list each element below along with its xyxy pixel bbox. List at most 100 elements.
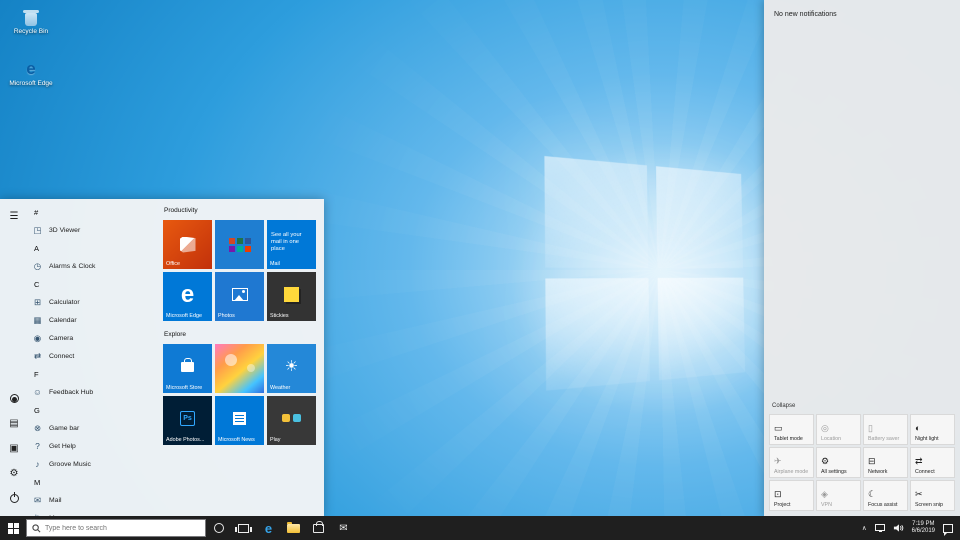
quick-action-focus-assist[interactable]: ☾Focus assist <box>863 480 908 511</box>
tile-microsoft-store[interactable]: Microsoft Store <box>163 344 212 393</box>
tile-microsoft-news[interactable]: Microsoft News <box>215 396 264 445</box>
app-item-feedback-hub[interactable]: ☺Feedback Hub <box>30 383 160 401</box>
quick-action-all-settings[interactable]: ⚙All settings <box>816 447 861 478</box>
photoshop-icon: Ps <box>180 411 195 426</box>
screen-snip-icon: ✂ <box>915 489 923 499</box>
pictures-icon: ▣ <box>9 443 18 454</box>
app-item-3d-viewer[interactable]: ◳3D Viewer <box>30 221 160 239</box>
app-item-mail[interactable]: ✉Mail <box>30 491 160 509</box>
search-icon <box>32 524 41 533</box>
tile-stickies[interactable]: Stickies <box>267 272 316 321</box>
quick-action-airplane-mode[interactable]: ✈Airplane mode <box>769 447 814 478</box>
sticky-note-icon <box>284 287 299 302</box>
mail-app-button[interactable]: ✉ <box>331 516 356 540</box>
tile-play[interactable]: Play <box>267 396 316 445</box>
start-menu: ☰ ▤ ▣ ⚙ # ◳3D Viewer A ◷Alarms & Clock C… <box>0 199 324 516</box>
microsoft-store-button[interactable] <box>306 516 331 540</box>
settings-button[interactable]: ⚙ <box>6 465 22 481</box>
tablet-mode-icon: ▭ <box>774 423 783 433</box>
office-apps-icons <box>229 238 251 252</box>
quick-action-vpn[interactable]: ◈VPN <box>816 480 861 511</box>
collapse-button[interactable]: Collapse <box>772 403 795 409</box>
groove-music-icon: ♪ <box>32 459 43 469</box>
app-list-header-g[interactable]: G <box>30 401 160 419</box>
tile-microsoft-edge[interactable]: e Microsoft Edge <box>163 272 212 321</box>
tray-time: 7:19 PM <box>912 521 935 529</box>
get-help-icon: ? <box>32 441 43 451</box>
tile-mail[interactable]: See all your mail in one place Mail <box>267 220 316 269</box>
tile-adobe-photoshop-express[interactable]: Ps Adobe Photos... <box>163 396 212 445</box>
taskbar-search-box[interactable] <box>26 519 206 537</box>
app-list-header-m[interactable]: M <box>30 473 160 491</box>
quick-action-connect[interactable]: ⇄Connect <box>910 447 955 478</box>
airplane-mode-icon: ✈ <box>774 456 782 466</box>
edge-tile-icon: e <box>181 283 194 307</box>
pictures-button[interactable]: ▣ <box>6 440 22 456</box>
alarms-clock-icon: ◷ <box>32 261 43 272</box>
taskbar: e ✉ ∧ 7:19 PM 6/6/2019 <box>0 516 960 540</box>
recycle-bin-label: Recycle Bin <box>4 28 58 35</box>
quick-action-screen-snip[interactable]: ✂Screen snip <box>910 480 955 511</box>
start-button[interactable] <box>0 516 26 540</box>
camera-icon: ◉ <box>32 333 43 344</box>
recycle-bin-shortcut[interactable]: Recycle Bin <box>4 6 58 35</box>
power-button[interactable] <box>6 490 22 506</box>
app-item-game-bar[interactable]: ⊗Game bar <box>30 419 160 437</box>
no-notifications-text: No new notifications <box>764 0 960 18</box>
mail-taskbar-icon: ✉ <box>339 523 347 534</box>
task-view-icon <box>238 524 249 533</box>
store-icon <box>313 524 324 533</box>
power-icon <box>10 494 19 503</box>
quick-action-tablet-mode[interactable]: ▭Tablet mode <box>769 414 814 445</box>
task-view-button[interactable] <box>231 516 256 540</box>
action-center-panel: No new notifications Collapse ▭Tablet mo… <box>764 0 960 516</box>
app-item-calendar[interactable]: ▦Calendar <box>30 311 160 329</box>
volume-tray-icon[interactable] <box>893 523 904 533</box>
edge-taskbar-icon: e <box>265 521 272 536</box>
search-input[interactable] <box>45 525 200 532</box>
app-item-connect[interactable]: ⇄Connect <box>30 347 160 365</box>
app-item-alarms-clock[interactable]: ◷Alarms & Clock <box>30 257 160 275</box>
tile-photos[interactable]: Photos <box>215 272 264 321</box>
quick-action-network[interactable]: ⊟Network <box>863 447 908 478</box>
quick-actions-grid: ▭Tablet mode ◎Location ▯Battery saver ◐N… <box>769 414 955 511</box>
vpn-icon: ◈ <box>821 489 828 499</box>
quick-action-location[interactable]: ◎Location <box>816 414 861 445</box>
tile-promoted-game[interactable] <box>215 344 264 393</box>
clock[interactable]: 7:19 PM 6/6/2019 <box>912 521 935 536</box>
sun-icon: ☀ <box>285 359 298 375</box>
app-item-groove-music[interactable]: ♪Groove Music <box>30 455 160 473</box>
app-item-maps[interactable]: ⚐Maps <box>30 509 160 516</box>
app-item-camera[interactable]: ◉Camera <box>30 329 160 347</box>
file-explorer-button[interactable] <box>281 516 306 540</box>
start-app-list: # ◳3D Viewer A ◷Alarms & Clock C ⊞Calcul… <box>30 203 160 516</box>
expand-menu-button[interactable]: ☰ <box>6 208 22 224</box>
app-list-header-f[interactable]: F <box>30 365 160 383</box>
quick-action-project[interactable]: ⊡Project <box>769 480 814 511</box>
app-list-header-hash[interactable]: # <box>30 203 160 221</box>
taskbar-edge-button[interactable]: e <box>256 516 281 540</box>
edge-desktop-shortcut[interactable]: e Microsoft Edge <box>4 58 58 87</box>
quick-action-battery-saver[interactable]: ▯Battery saver <box>863 414 908 445</box>
quick-action-night-light[interactable]: ◐Night light <box>910 414 955 445</box>
feedback-hub-icon: ☺ <box>32 387 43 397</box>
action-center-button[interactable] <box>943 524 953 533</box>
documents-button[interactable]: ▤ <box>6 415 22 431</box>
settings-icon: ⚙ <box>10 468 19 479</box>
user-account-button[interactable] <box>6 390 22 406</box>
cortana-button[interactable] <box>206 516 231 540</box>
network-tray-icon[interactable] <box>875 524 885 531</box>
tile-office[interactable]: Office <box>163 220 212 269</box>
windows-logo-icon <box>8 523 19 534</box>
tile-weather[interactable]: ☀ Weather <box>267 344 316 393</box>
show-hidden-icons-button[interactable]: ∧ <box>862 524 867 532</box>
app-list-header-c[interactable]: C <box>30 275 160 293</box>
app-item-get-help[interactable]: ?Get Help <box>30 437 160 455</box>
game-bar-icon: ⊗ <box>32 423 43 434</box>
app-item-calculator[interactable]: ⊞Calculator <box>30 293 160 311</box>
edge-icon: e <box>4 58 58 78</box>
office-icon <box>180 237 196 253</box>
system-tray: ∧ 7:19 PM 6/6/2019 <box>862 521 960 536</box>
tile-office-apps[interactable] <box>215 220 264 269</box>
app-list-header-a[interactable]: A <box>30 239 160 257</box>
